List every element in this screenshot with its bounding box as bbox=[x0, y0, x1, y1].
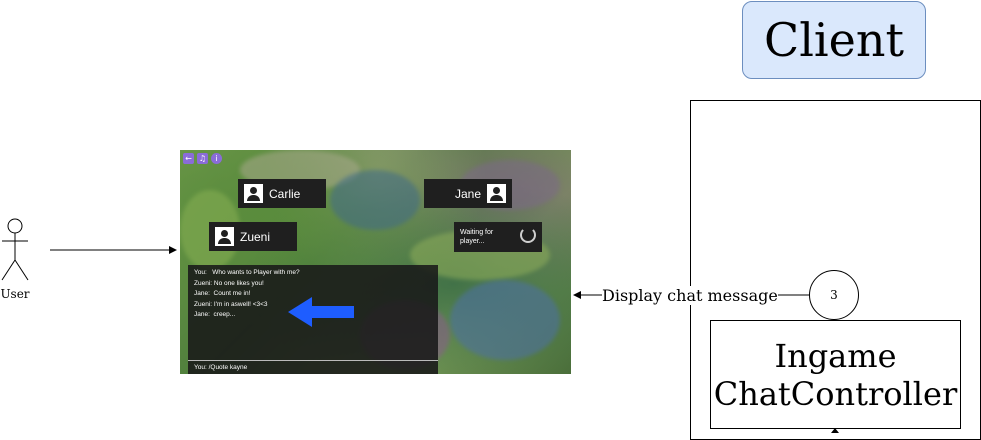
avatar-icon bbox=[215, 227, 234, 246]
chat-sender: Zueni: bbox=[194, 279, 213, 287]
loading-spinner-icon bbox=[520, 227, 536, 243]
chat-text: No one likes you! bbox=[213, 279, 264, 287]
waiting-slot-card: Waiting for player... bbox=[454, 222, 542, 252]
chat-sender: Zueni: bbox=[194, 300, 213, 308]
chat-sender: You: bbox=[194, 269, 207, 276]
chat-input-field[interactable]: You: /Quote kayne bbox=[188, 360, 438, 374]
chat-text: creep... bbox=[213, 311, 236, 318]
avatar-icon bbox=[244, 184, 263, 203]
controller-label-line2: ChatController bbox=[713, 374, 958, 413]
player-name: Jane bbox=[454, 186, 481, 201]
player-card-zueni: Zueni bbox=[209, 222, 297, 251]
client-header: Client bbox=[742, 1, 926, 79]
player-name: Zueni bbox=[240, 229, 271, 244]
player-card-carlie: Carlie bbox=[238, 179, 326, 208]
chat-text: Who wants to Player with me? bbox=[212, 269, 300, 276]
chat-message: You: Who wants to Player with me? bbox=[194, 268, 432, 279]
ingame-chat-controller-box: Ingame ChatController bbox=[710, 320, 961, 429]
user-actor-label: User bbox=[0, 287, 30, 301]
step-3-circle: 3 bbox=[809, 270, 859, 320]
chat-sender: Jane: bbox=[194, 311, 210, 318]
chat-message: Zueni: No one likes you! bbox=[194, 279, 432, 290]
avatar-icon bbox=[487, 184, 506, 203]
chat-panel: You: Who wants to Player with me? Zueni:… bbox=[188, 265, 438, 374]
player-name: Carlie bbox=[269, 186, 301, 201]
music-icon[interactable]: ♫ bbox=[197, 153, 208, 164]
chat-sender: Jane: bbox=[194, 290, 210, 297]
controller-label-line1: Ingame bbox=[774, 336, 897, 375]
info-icon[interactable]: i bbox=[211, 153, 222, 164]
chat-text: Count me in! bbox=[213, 290, 251, 297]
game-lobby-screenshot: ← ♫ i Carlie Jane Zueni Waiting for play… bbox=[180, 150, 571, 374]
highlight-arrow-icon bbox=[288, 297, 354, 327]
user-actor-figure bbox=[1, 218, 29, 281]
back-icon[interactable]: ← bbox=[183, 153, 194, 164]
display-chat-message-label: Display chat message bbox=[602, 286, 778, 305]
player-card-jane: Jane bbox=[424, 179, 512, 208]
chat-text: I'm in aswell! <3<3 bbox=[213, 300, 268, 308]
